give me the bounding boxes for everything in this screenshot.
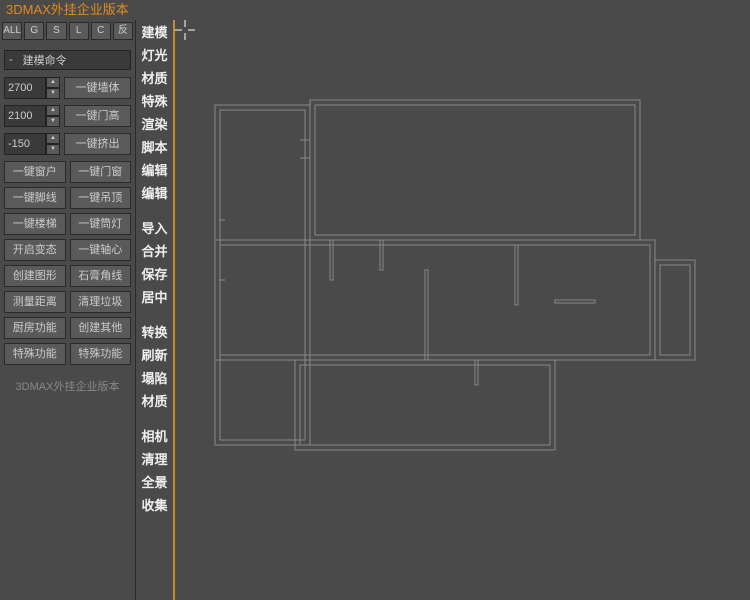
side-menu-gap	[136, 414, 173, 426]
tool-btn[interactable]: 特殊功能	[70, 343, 132, 365]
spinner-input[interactable]	[4, 105, 46, 127]
side-menu-item[interactable]: 居中	[137, 287, 172, 309]
param-row: ▲▼一键墙体	[0, 74, 135, 102]
left-panel: ALLGSLC反 - 建模命令 ▲▼一键墙体▲▼一键门高▲▼一键挤出 一键窗户一…	[0, 20, 135, 600]
tool-btn[interactable]: 清理垃圾	[70, 291, 132, 313]
tool-btn[interactable]: 一键吊顶	[70, 187, 132, 209]
spinner: ▲▼	[4, 77, 60, 99]
tool-btn[interactable]: 一键门窗	[70, 161, 132, 183]
side-menu-item[interactable]: 相机	[137, 426, 172, 448]
side-menu-gap	[136, 310, 173, 322]
filter-btn-c[interactable]: C	[91, 22, 111, 40]
side-menu-item[interactable]: 特殊	[137, 91, 172, 113]
tool-btn[interactable]: 一键楼梯	[4, 213, 66, 235]
side-menu-item[interactable]: 材质	[137, 68, 172, 90]
side-menu: 建模灯光材质特殊渲染脚本编辑编辑导入合并保存居中转换刷新塌陷材质相机清理全景收集	[135, 20, 175, 600]
tool-btn[interactable]: 特殊功能	[4, 343, 66, 365]
floorplan-drawing	[175, 20, 750, 600]
spinner-up-icon[interactable]: ▲	[46, 105, 60, 116]
tool-btn[interactable]: 开启变态	[4, 239, 66, 261]
filter-btn-g[interactable]: G	[24, 22, 44, 40]
side-menu-item[interactable]: 脚本	[137, 137, 172, 159]
tool-btn[interactable]: 创建其他	[70, 317, 132, 339]
tool-btn[interactable]: 一键筒灯	[70, 213, 132, 235]
tool-btn[interactable]: 厨房功能	[4, 317, 66, 339]
side-menu-gap	[136, 206, 173, 218]
side-menu-item[interactable]: 编辑	[137, 183, 172, 205]
side-menu-item[interactable]: 灯光	[137, 45, 172, 67]
app-title: 3DMAX外挂企业版本	[6, 2, 129, 17]
viewport[interactable]	[175, 20, 750, 600]
side-menu-item[interactable]: 全景	[137, 472, 172, 494]
title-bar: 3DMAX外挂企业版本	[0, 0, 750, 20]
tool-btn[interactable]: 一键轴心	[70, 239, 132, 261]
command-header-label: 建模命令	[23, 52, 67, 68]
tool-btn[interactable]: 一键窗户	[4, 161, 66, 183]
side-menu-item[interactable]: 合并	[137, 241, 172, 263]
side-menu-item[interactable]: 清理	[137, 449, 172, 471]
param-row: ▲▼一键挤出	[0, 130, 135, 158]
filter-btn-l[interactable]: L	[69, 22, 89, 40]
side-menu-item[interactable]: 刷新	[137, 345, 172, 367]
side-menu-item[interactable]: 保存	[137, 264, 172, 286]
tool-btn[interactable]: 一键挤出	[64, 133, 131, 155]
side-menu-item[interactable]: 收集	[137, 495, 172, 517]
side-menu-item[interactable]: 编辑	[137, 160, 172, 182]
side-menu-item[interactable]: 转换	[137, 322, 172, 344]
command-header-prefix: -	[9, 54, 13, 66]
spinner-down-icon[interactable]: ▼	[46, 116, 60, 127]
spinner-up-icon[interactable]: ▲	[46, 133, 60, 144]
tool-btn[interactable]: 测量距离	[4, 291, 66, 313]
filter-btn-all[interactable]: ALL	[2, 22, 22, 40]
side-menu-item[interactable]: 渲染	[137, 114, 172, 136]
spinner-input[interactable]	[4, 133, 46, 155]
footer-text: 3DMAX外挂企业版本	[0, 378, 135, 394]
spinner-input[interactable]	[4, 77, 46, 99]
tool-grid: 一键窗户一键门窗一键脚线一键吊顶一键楼梯一键筒灯开启变态一键轴心创建图形石膏角线…	[0, 158, 135, 368]
side-menu-item[interactable]: 建模	[137, 22, 172, 44]
param-row: ▲▼一键门高	[0, 102, 135, 130]
filter-btn-反[interactable]: 反	[113, 22, 133, 40]
spinner: ▲▼	[4, 105, 60, 127]
command-header[interactable]: - 建模命令	[4, 50, 131, 70]
tool-btn[interactable]: 一键门高	[64, 105, 131, 127]
tool-btn[interactable]: 创建图形	[4, 265, 66, 287]
side-menu-item[interactable]: 导入	[137, 218, 172, 240]
spinner-up-icon[interactable]: ▲	[46, 77, 60, 88]
main-area: ALLGSLC反 - 建模命令 ▲▼一键墙体▲▼一键门高▲▼一键挤出 一键窗户一…	[0, 20, 750, 600]
spinner-down-icon[interactable]: ▼	[46, 144, 60, 155]
spinner: ▲▼	[4, 133, 60, 155]
spinner-down-icon[interactable]: ▼	[46, 88, 60, 99]
tool-btn[interactable]: 一键脚线	[4, 187, 66, 209]
filter-btn-s[interactable]: S	[46, 22, 66, 40]
filter-row: ALLGSLC反	[0, 20, 135, 42]
tool-btn[interactable]: 石膏角线	[70, 265, 132, 287]
side-menu-item[interactable]: 塌陷	[137, 368, 172, 390]
tool-btn[interactable]: 一键墙体	[64, 77, 131, 99]
side-menu-item[interactable]: 材质	[137, 391, 172, 413]
